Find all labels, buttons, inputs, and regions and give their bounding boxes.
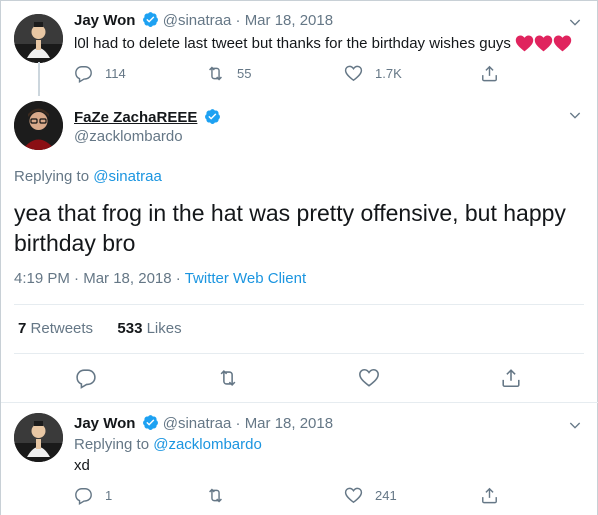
avatar-jay-won[interactable]	[14, 14, 63, 63]
replying-to-label: Replying to	[74, 436, 150, 453]
tweet1-reply-count: 114	[105, 65, 126, 81]
heart-icon	[344, 65, 363, 81]
heart-icon	[344, 487, 363, 503]
verified-badge-icon	[142, 415, 158, 430]
stats-divider-top	[14, 304, 584, 305]
tweet3-separator: ·	[235, 415, 241, 432]
retweet-icon	[220, 370, 236, 386]
retweet-icon	[209, 66, 222, 80]
tweet3-reply-count: 1	[105, 487, 113, 503]
main-author-handle[interactable]: @zacklombardo	[74, 127, 183, 147]
meta-separator-2: ·	[175, 270, 181, 287]
tweet3-like-button[interactable]: 241	[344, 485, 397, 505]
likes-stat[interactable]: 533 Likes	[117, 320, 181, 337]
reply-icon	[75, 65, 92, 83]
replying-to-link[interactable]: @zacklombardo	[153, 436, 262, 453]
chevron-down-icon[interactable]	[567, 107, 583, 123]
share-icon	[482, 65, 497, 81]
avatar-faze-zacharee[interactable]	[14, 101, 63, 150]
tweet3-replying-to: Replying to @zacklombardo	[74, 435, 262, 455]
tweet3-text: xd	[74, 457, 90, 474]
share-icon	[502, 369, 520, 388]
tweet3-reply-button[interactable]: 1	[74, 485, 112, 505]
share-icon	[482, 487, 497, 503]
tweet3-author-name[interactable]: Jay Won	[74, 415, 135, 432]
tweet1-header: Jay Won @sinatraa · Mar 18, 2018	[74, 11, 333, 31]
tweet1-date[interactable]: Mar 18, 2018	[245, 12, 333, 29]
main-reply-button[interactable]	[75, 367, 97, 389]
tweet3-header: Jay Won @sinatraa · Mar 18, 2018	[74, 414, 333, 434]
meta-separator: ·	[74, 270, 80, 287]
thread-connector	[38, 62, 40, 96]
verified-badge-icon	[142, 12, 158, 27]
main-retweet-button[interactable]	[217, 367, 239, 389]
tweet1-reply-button[interactable]: 114	[74, 63, 126, 83]
heart-icon	[359, 368, 379, 387]
reply-icon	[76, 369, 96, 389]
main-tweet-date[interactable]: Mar 18, 2018	[83, 270, 171, 287]
likes-count: 533	[117, 320, 143, 337]
tweet1-like-count: 1.7K	[375, 65, 402, 81]
tweet3-share-button[interactable]	[480, 485, 499, 505]
tweet3-like-count: 241	[375, 487, 397, 503]
main-tweet-line-2: birthday bro	[14, 230, 136, 256]
tweet3-date[interactable]: Mar 18, 2018	[245, 415, 333, 432]
main-tweet-stats: 7 Retweets 533 Likes	[18, 319, 182, 339]
heart-emoji	[515, 34, 572, 58]
tweet1-text: l0l had to delete last tweet but thanks …	[74, 35, 511, 52]
verified-badge-icon	[204, 109, 220, 124]
main-author-name[interactable]: FaZe ZachaREEE	[74, 109, 197, 126]
main-tweet-text: yea that frog in the hat was pretty offe…	[14, 198, 584, 258]
chevron-down-icon[interactable]	[567, 417, 583, 433]
replying-to-label: Replying to	[14, 168, 90, 185]
tweet3-retweet-button[interactable]	[206, 485, 237, 505]
tweet1-share-button[interactable]	[480, 63, 499, 83]
main-tweet-time[interactable]: 4:19 PM	[14, 270, 70, 287]
tweet1-handle[interactable]: @sinatraa	[163, 12, 232, 29]
tweet1-separator: ·	[235, 12, 241, 29]
tweet1-retweet-count: 55	[237, 65, 252, 81]
avatar-jay-won[interactable]	[14, 413, 63, 462]
main-tweet-client[interactable]: Twitter Web Client	[185, 270, 306, 287]
tweet1-body: l0l had to delete last tweet but thanks …	[74, 34, 572, 58]
main-tweet-bottom-divider	[1, 402, 598, 403]
retweets-count: 7	[18, 320, 27, 337]
main-replying-to: Replying to @sinatraa	[14, 167, 162, 187]
chevron-down-icon[interactable]	[567, 14, 583, 30]
retweets-stat[interactable]: 7 Retweets	[18, 320, 93, 337]
tweet1-author-name[interactable]: Jay Won	[74, 12, 135, 29]
main-like-button[interactable]	[358, 367, 380, 389]
retweets-label: Retweets	[30, 320, 94, 337]
tweet1-like-button[interactable]: 1.7K	[344, 63, 402, 83]
retweet-icon	[209, 488, 222, 502]
reply-icon	[75, 487, 92, 505]
likes-label: Likes	[146, 320, 182, 337]
stats-divider-bottom	[14, 353, 584, 354]
tweet3-handle[interactable]: @sinatraa	[163, 415, 232, 432]
replying-to-link[interactable]: @sinatraa	[93, 168, 162, 185]
tweet1-retweet-button[interactable]: 55	[206, 63, 251, 83]
main-tweet-line-1: yea that frog in the hat was pretty offe…	[14, 200, 566, 226]
main-share-button[interactable]	[500, 367, 522, 389]
main-author-row: FaZe ZachaREEE	[74, 108, 221, 128]
tweet-thread: Jay Won @sinatraa · Mar 18, 2018 l0l had…	[0, 0, 598, 515]
main-tweet-meta: 4:19 PM · Mar 18, 2018 · Twitter Web Cli…	[14, 269, 306, 289]
